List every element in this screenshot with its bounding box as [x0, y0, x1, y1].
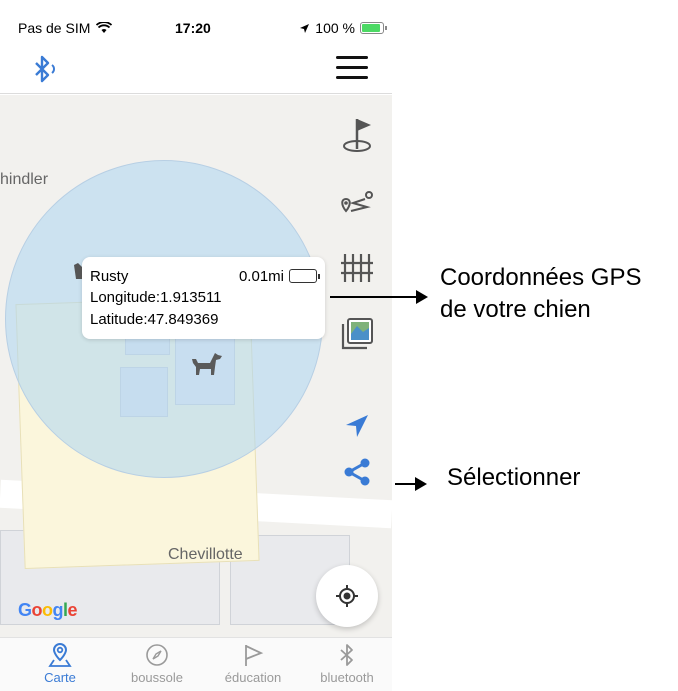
tab-boussole-label: boussole	[130, 670, 184, 685]
gps-annotation-line2: de votre chien	[440, 296, 591, 323]
gps-annotation-arrow	[330, 290, 428, 304]
tab-bluetooth-label: bluetooth	[320, 670, 374, 685]
route-button[interactable]	[338, 183, 376, 221]
map-pin-icon	[48, 643, 72, 667]
map-view[interactable]: hindler Chevillotte Rusty 0.01mi Longitu…	[0, 95, 392, 637]
flag-pin-button[interactable]	[338, 115, 376, 153]
distance-group: 0.01mi	[238, 267, 320, 285]
navigate-button[interactable]	[338, 407, 376, 445]
flag-pin-icon	[343, 119, 371, 152]
status-right: 100 %	[299, 20, 387, 36]
map-street-label: hindler	[0, 171, 49, 188]
collar-battery-icon	[289, 269, 320, 283]
dog-icon[interactable]	[188, 347, 224, 379]
gps-annotation-line1: Coordonnées GPS	[440, 264, 642, 291]
fence-button[interactable]	[338, 249, 376, 287]
google-logo: Google	[18, 600, 78, 620]
clock: 17:20	[175, 20, 211, 36]
share-icon	[344, 458, 370, 486]
tab-education[interactable]: éducation	[208, 642, 298, 685]
status-bar: Pas de SIM 17:20 100 %	[0, 0, 392, 40]
bluetooth-signal-icon[interactable]	[30, 54, 60, 84]
battery-percent: 100 %	[315, 20, 355, 36]
gps-annotation: Coordonnées GPS de votre chien	[440, 262, 641, 326]
share-button[interactable]	[338, 453, 376, 491]
dog-info-popup[interactable]: Rusty 0.01mi Longitude:1.913511 Latitude…	[82, 257, 325, 339]
tab-carte-label: Carte	[44, 670, 76, 685]
tab-carte[interactable]: Carte	[15, 642, 105, 685]
bluetooth-icon	[340, 644, 353, 666]
carrier-label: Pas de SIM	[18, 20, 91, 36]
tab-boussole[interactable]: boussole	[112, 642, 202, 685]
hamburger-menu-icon[interactable]	[336, 56, 368, 80]
dog-distance: 0.01mi	[238, 267, 284, 285]
latitude-text: Latitude:47.849369	[90, 311, 219, 328]
phone-screen: Pas de SIM 17:20 100 % hindler Chevillot…	[0, 0, 392, 691]
locate-me-button[interactable]	[316, 565, 378, 627]
map-place-label: Chevillotte	[168, 546, 243, 563]
route-icon	[341, 191, 373, 213]
battery-icon	[360, 22, 387, 34]
crosshair-icon	[336, 585, 358, 607]
map-layer-icon	[341, 318, 373, 350]
longitude-text: Longitude:1.913511	[90, 289, 222, 306]
select-annotation: Sélectionner	[447, 464, 581, 491]
tab-education-label: éducation	[224, 670, 282, 685]
flag-icon	[245, 645, 264, 666]
carrier-status: Pas de SIM	[18, 20, 113, 36]
dog-marker-shadow-icon	[74, 263, 82, 279]
select-annotation-arrow	[395, 477, 427, 491]
fence-icon	[341, 254, 373, 282]
compass-icon	[146, 644, 168, 666]
navigate-arrow-icon	[346, 415, 368, 437]
location-arrow-icon	[300, 23, 310, 33]
dog-name: Rusty	[90, 267, 129, 285]
tab-bluetooth[interactable]: bluetooth	[302, 642, 392, 685]
wifi-icon	[96, 22, 113, 33]
popup-header: Rusty 0.01mi	[90, 265, 320, 287]
top-nav-bar	[0, 42, 392, 94]
map-layer-button[interactable]	[338, 315, 376, 353]
bottom-tab-bar: Carte boussole éducation bluetooth	[0, 637, 392, 691]
